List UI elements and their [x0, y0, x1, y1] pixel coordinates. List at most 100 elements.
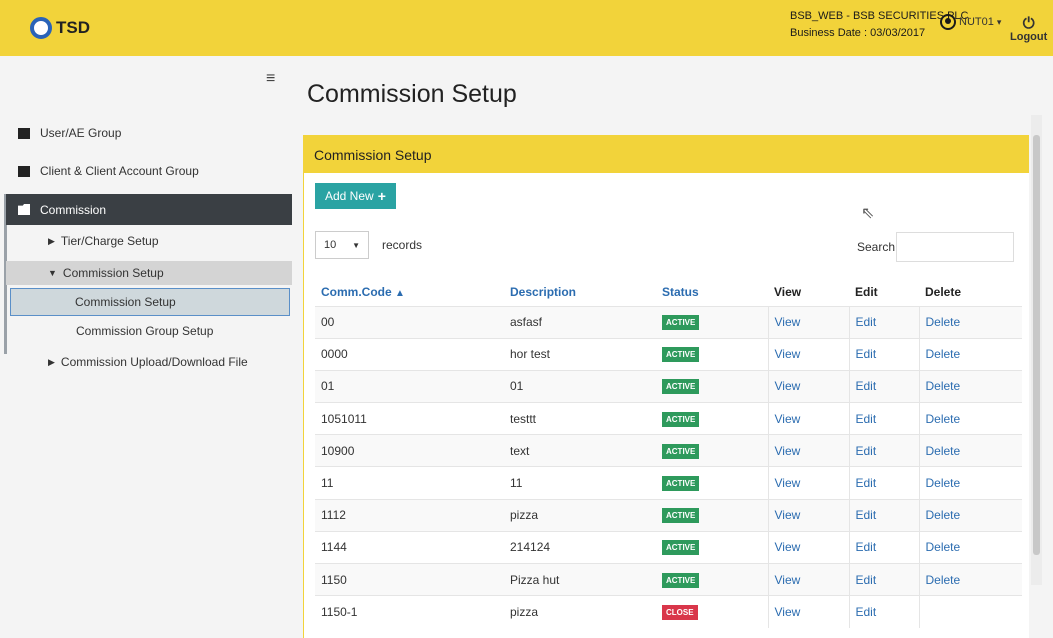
edit-link[interactable]: Edit	[856, 508, 877, 522]
view-link[interactable]: View	[775, 412, 801, 426]
user-menu[interactable]: NUT01 ▾	[940, 14, 1001, 30]
view-link[interactable]: View	[775, 573, 801, 587]
table-cell: pizza	[504, 595, 656, 628]
table-cell: 0000	[315, 337, 504, 371]
search-label: Search	[857, 240, 896, 254]
cell-description: 11	[510, 476, 523, 491]
table-cell: 1150-1	[315, 595, 504, 628]
table-cell: ACTIVE	[656, 434, 768, 467]
page-length-select[interactable]: 10 ▼	[315, 231, 369, 259]
table-cell: 214124	[504, 530, 656, 564]
search-input[interactable]	[896, 232, 1014, 262]
table-cell: ACTIVE	[656, 498, 768, 532]
cell-description: hor test	[510, 347, 551, 362]
table-cell: 00	[315, 305, 504, 339]
sidebar-subitem-commission-setup-group[interactable]: ▼ Commission Setup	[6, 261, 292, 285]
sidebar-subitem-commission-upload-download[interactable]: ▶ Commission Upload/Download File	[48, 355, 248, 369]
column-header-description[interactable]: Description	[504, 278, 656, 306]
table-cell: ACTIVE	[656, 562, 768, 596]
table-cell: Edit	[848, 498, 919, 532]
table-cell: 01	[315, 369, 504, 403]
delete-link[interactable]: Delete	[926, 476, 961, 490]
edit-link[interactable]: Edit	[856, 573, 877, 587]
table-cell: View	[767, 466, 849, 500]
table-cell: pizza	[504, 498, 656, 532]
delete-link[interactable]: Delete	[926, 573, 961, 587]
edit-link[interactable]: Edit	[856, 444, 877, 458]
sidebar-subitem-commission-setup[interactable]: Commission Setup	[10, 288, 290, 316]
delete-link[interactable]: Delete	[926, 347, 961, 361]
caret-down-icon: ▼	[48, 268, 57, 278]
cell-comm-code: 01	[321, 379, 335, 394]
sidebar-item-client-group[interactable]: Client & Client Account Group	[18, 164, 199, 178]
table-cell: Edit	[848, 402, 919, 435]
table-cell: ACTIVE	[656, 369, 768, 403]
scrollbar-thumb[interactable]	[1033, 135, 1040, 555]
view-link[interactable]: View	[775, 347, 801, 361]
logout-button[interactable]: ⏻ Logout	[1010, 16, 1047, 43]
table-row: 10900 text ACTIVE View Edit Delete	[315, 434, 1022, 467]
edit-link[interactable]: Edit	[856, 476, 877, 490]
delete-link[interactable]: Delete	[926, 315, 961, 329]
edit-link[interactable]: Edit	[856, 412, 877, 426]
view-link[interactable]: View	[775, 444, 801, 458]
sidebar-subitem-label: Commission Group Setup	[76, 324, 214, 338]
view-link[interactable]: View	[775, 540, 801, 554]
cell-comm-code: 1150-1	[321, 605, 358, 620]
view-link[interactable]: View	[775, 508, 801, 522]
table-row: 0000 hor test ACTIVE View Edit Delete	[315, 337, 1022, 371]
sidebar: ≡ User/AE Group Client & Client Account …	[0, 56, 292, 638]
table-row: 1112 pizza ACTIVE View Edit Delete	[315, 498, 1022, 532]
column-header-comm-code[interactable]: Comm.Code ▲	[315, 278, 504, 306]
view-link[interactable]: View	[775, 315, 801, 329]
sidebar-subitem-label: Tier/Charge Setup	[60, 234, 159, 248]
edit-link[interactable]: Edit	[856, 379, 877, 393]
edit-link[interactable]: Edit	[856, 540, 877, 554]
cell-description: text	[510, 443, 530, 458]
view-link[interactable]: View	[775, 605, 801, 619]
user-name: NUT01	[959, 16, 994, 28]
delete-link[interactable]: Delete	[926, 379, 961, 393]
logo[interactable]: TSD	[30, 17, 90, 39]
status-badge: ACTIVE	[662, 379, 700, 395]
delete-link[interactable]: Delete	[926, 412, 961, 426]
delete-link[interactable]: Delete	[926, 508, 961, 522]
menu-toggle-icon[interactable]: ≡	[266, 70, 275, 88]
cell-comm-code: 11	[321, 476, 334, 491]
commission-panel: Commission Setup Add New + 10 ▼ records …	[303, 135, 1029, 638]
view-link[interactable]: View	[775, 379, 801, 393]
add-new-button[interactable]: Add New +	[315, 183, 396, 209]
cell-description: pizza	[510, 605, 539, 620]
book-icon	[18, 165, 30, 177]
table-cell: Edit	[848, 369, 919, 403]
edit-link[interactable]: Edit	[856, 315, 877, 329]
table-cell: Edit	[848, 530, 919, 564]
delete-link[interactable]: Delete	[926, 540, 961, 554]
table-cell: Delete	[918, 369, 1022, 403]
folder-open-icon	[18, 204, 30, 215]
table-cell: ACTIVE	[656, 466, 768, 500]
records-label: records	[382, 238, 423, 252]
sidebar-subitem-tier-charge-setup[interactable]: ▶ Tier/Charge Setup	[48, 234, 159, 248]
view-link[interactable]: View	[775, 476, 801, 490]
delete-link[interactable]: Delete	[926, 444, 961, 458]
table-cell: 11	[504, 466, 656, 500]
edit-link[interactable]: Edit	[856, 347, 877, 361]
edit-link[interactable]: Edit	[856, 605, 877, 619]
table-cell: Edit	[848, 337, 919, 371]
business-date: Business Date : 03/03/2017	[790, 27, 926, 39]
caret-right-icon: ▶	[48, 235, 55, 246]
status-badge: ACTIVE	[662, 540, 700, 556]
cell-comm-code: 1112	[321, 508, 346, 523]
table-cell: CLOSE	[656, 595, 768, 628]
column-header-status[interactable]: Status	[656, 278, 768, 306]
table-cell	[918, 595, 1022, 628]
status-badge: ACTIVE	[662, 443, 700, 459]
sidebar-subitem-commission-group-setup[interactable]: Commission Group Setup	[76, 324, 213, 338]
scrollbar[interactable]	[1031, 115, 1042, 585]
plus-icon: +	[377, 188, 386, 204]
cell-comm-code: 10900	[321, 443, 355, 458]
table-cell: View	[767, 498, 849, 532]
sidebar-item-commission[interactable]: Commission	[6, 194, 292, 225]
sidebar-item-user-ae-group[interactable]: User/AE Group	[18, 126, 121, 140]
